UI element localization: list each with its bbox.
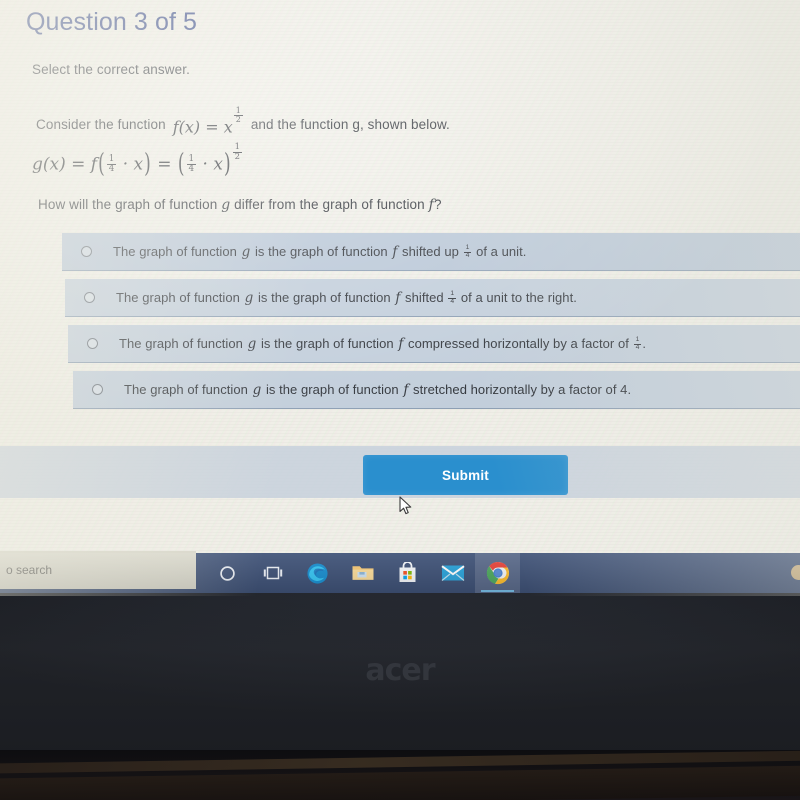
windows-taskbar: o search — [0, 551, 800, 593]
math-g-definition: g(x) = f(1 4 · x) = (1 4 · x) 1 2 — [32, 142, 242, 180]
chrome-icon — [486, 561, 509, 585]
answer-option-a[interactable]: The graph of function g is the graph of … — [62, 233, 800, 271]
task-view-icon — [263, 566, 282, 580]
taskbar-item-chrome[interactable] — [475, 553, 520, 593]
radio-button-icon[interactable] — [81, 246, 92, 257]
laptop-screen: Question 3 of 5 Select the correct answe… — [0, 0, 800, 596]
brand-logo: acer — [365, 653, 435, 688]
radio-button-icon[interactable] — [87, 338, 98, 349]
answer-options-list: The graph of function g is the graph of … — [62, 233, 800, 417]
instruction-text: Select the correct answer. — [32, 62, 190, 77]
radio-button-icon[interactable] — [92, 384, 103, 395]
cortana-icon — [220, 565, 235, 581]
math-f-definition: f(x) = x12 — [172, 105, 243, 137]
submit-button[interactable]: Submit — [363, 455, 568, 495]
answer-option-b[interactable]: The graph of function g is the graph of … — [65, 279, 800, 317]
taskbar-item-edge[interactable] — [295, 553, 340, 593]
edge-icon — [307, 562, 328, 584]
radio-button-icon[interactable] — [84, 292, 95, 303]
prompt-trail: and the function g, shown below. — [250, 117, 450, 133]
answer-option-label: The graph of function g is the graph of … — [124, 381, 632, 398]
taskbar-icons — [205, 553, 520, 593]
search-input[interactable]: o search — [6, 563, 52, 577]
page-title: Question 3 of 5 — [26, 8, 198, 36]
mouse-cursor-icon — [399, 496, 412, 515]
taskbar-item-task-view[interactable] — [250, 553, 295, 593]
taskbar-search-box[interactable]: o search — [0, 551, 196, 589]
tray-indicator-icon[interactable] — [791, 565, 800, 580]
answer-option-label: The graph of function g is the graph of … — [116, 289, 577, 306]
taskbar-item-mail[interactable] — [430, 553, 475, 593]
taskbar-item-microsoft-store[interactable] — [385, 553, 430, 593]
taskbar-item-file-explorer[interactable] — [340, 553, 385, 593]
laptop-photo: Question 3 of 5 Select the correct answe… — [0, 0, 800, 800]
answer-option-c[interactable]: The graph of function g is the graph of … — [68, 325, 800, 363]
answer-option-label: The graph of function g is the graph of … — [119, 335, 647, 352]
mail-icon — [440, 565, 465, 581]
laptop-bezel: acer — [0, 593, 800, 755]
prompt-lead: Consider the function — [36, 117, 166, 133]
prompt-line: Consider the function f(x) = x12 and the… — [36, 105, 450, 137]
question-text: How will the graph of function g differ … — [38, 197, 442, 213]
file-explorer-icon — [352, 566, 373, 580]
quiz-page: Question 3 of 5 Select the correct answe… — [0, 0, 800, 548]
answer-option-d[interactable]: The graph of function g is the graph of … — [73, 371, 800, 409]
microsoft-store-icon — [399, 562, 416, 582]
taskbar-item-cortana[interactable] — [205, 553, 250, 593]
answer-option-label: The graph of function g is the graph of … — [113, 243, 527, 260]
